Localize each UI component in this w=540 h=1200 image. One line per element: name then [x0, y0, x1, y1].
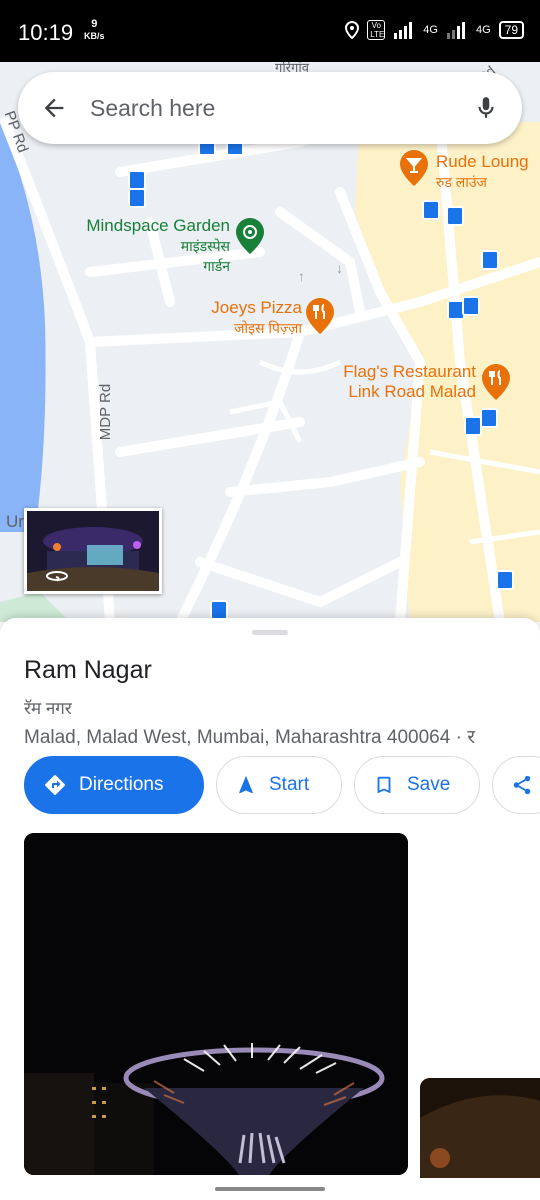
save-label: Save — [407, 774, 451, 795]
poi-label-local: जोइस पिज़्ज़ा — [234, 320, 302, 336]
signal-icon — [394, 22, 413, 39]
poi-label: Joeys Pizza — [211, 298, 302, 317]
poi-label: Rude Loung — [436, 152, 529, 171]
share-icon — [513, 775, 531, 795]
gesture-nav-bar[interactable] — [215, 1187, 325, 1191]
street-view-thumbnail[interactable] — [24, 508, 162, 594]
network-type-1: 4G — [423, 24, 438, 36]
search-bar[interactable]: Search here — [18, 72, 522, 144]
park-icon — [236, 218, 264, 254]
signal-icon-2 — [446, 22, 465, 39]
save-button[interactable]: Save — [354, 756, 480, 814]
poi-label-local-1: माइंडस्पेस — [180, 238, 230, 254]
bar-icon — [400, 150, 428, 186]
status-icons: Vo LTE 4G 4G 79 — [345, 20, 524, 40]
start-button[interactable]: Start — [216, 756, 342, 814]
restaurant-icon — [482, 364, 510, 400]
bookmark-icon — [377, 776, 391, 794]
battery-icon: 79 — [498, 21, 524, 39]
bus-icon[interactable] — [480, 408, 498, 428]
navigation-arrow-icon — [239, 775, 253, 794]
one-way-arrow-icon: ↓ — [336, 260, 343, 276]
place-title: Ram Nagar — [24, 656, 152, 684]
place-photo-2[interactable] — [420, 1078, 540, 1178]
back-arrow-icon — [44, 98, 64, 118]
drag-handle[interactable] — [252, 630, 288, 635]
place-photo[interactable] — [24, 833, 408, 1175]
poi-label-1: Flag's Restaurant — [343, 362, 476, 381]
bus-icon[interactable] — [422, 200, 440, 220]
bus-icon[interactable] — [481, 250, 499, 270]
back-button[interactable] — [18, 94, 90, 122]
360-icon — [46, 571, 68, 582]
bus-icon[interactable] — [128, 170, 146, 190]
poi-label-2: Link Road Malad — [348, 382, 476, 401]
poi-label-local-2: गार्डन — [203, 258, 230, 274]
network-speed: 9 KB/s — [84, 18, 105, 41]
bus-icon[interactable] — [128, 188, 146, 208]
action-chips: Directions Start Save — [24, 756, 540, 814]
directions-label: Directions — [79, 774, 164, 795]
start-label: Start — [269, 774, 310, 795]
share-button[interactable] — [492, 756, 540, 814]
fireworks-image — [24, 833, 408, 1175]
bus-icon[interactable] — [462, 296, 480, 316]
directions-icon — [45, 775, 65, 795]
photo-image — [420, 1078, 540, 1178]
directions-button[interactable]: Directions — [24, 756, 204, 814]
place-sheet[interactable]: Ram Nagar रॅम नगर Malad, Malad West, Mum… — [0, 618, 540, 1200]
one-way-arrow-icon: ↑ — [298, 268, 305, 284]
volte-icon: Vo LTE — [367, 20, 386, 40]
road-label-un: Ur — [6, 512, 24, 531]
status-bar: 10:19 9 KB/s Vo LTE 4G 4G 79 — [0, 0, 540, 62]
place-title-local: रॅम नगर — [24, 699, 72, 718]
network-type-2: 4G — [475, 24, 491, 36]
location-icon — [345, 21, 360, 39]
search-input[interactable]: Search here — [90, 95, 450, 122]
place-address: Malad, Malad West, Mumbai, Maharashtra 4… — [24, 727, 475, 748]
clock: 10:19 — [18, 20, 74, 45]
poi-label-local: रुड लाउंज — [436, 174, 487, 190]
bus-icon[interactable] — [446, 206, 464, 226]
mic-icon — [478, 97, 494, 118]
bus-icon[interactable] — [464, 416, 482, 436]
bus-icon[interactable] — [496, 570, 514, 590]
bus-icon[interactable] — [210, 600, 228, 620]
voice-search-button[interactable] — [450, 93, 522, 123]
poi-label: Mindspace Garden — [86, 216, 230, 235]
restaurant-icon — [306, 298, 334, 334]
road-label-mdp: MDP Rd — [97, 383, 115, 441]
